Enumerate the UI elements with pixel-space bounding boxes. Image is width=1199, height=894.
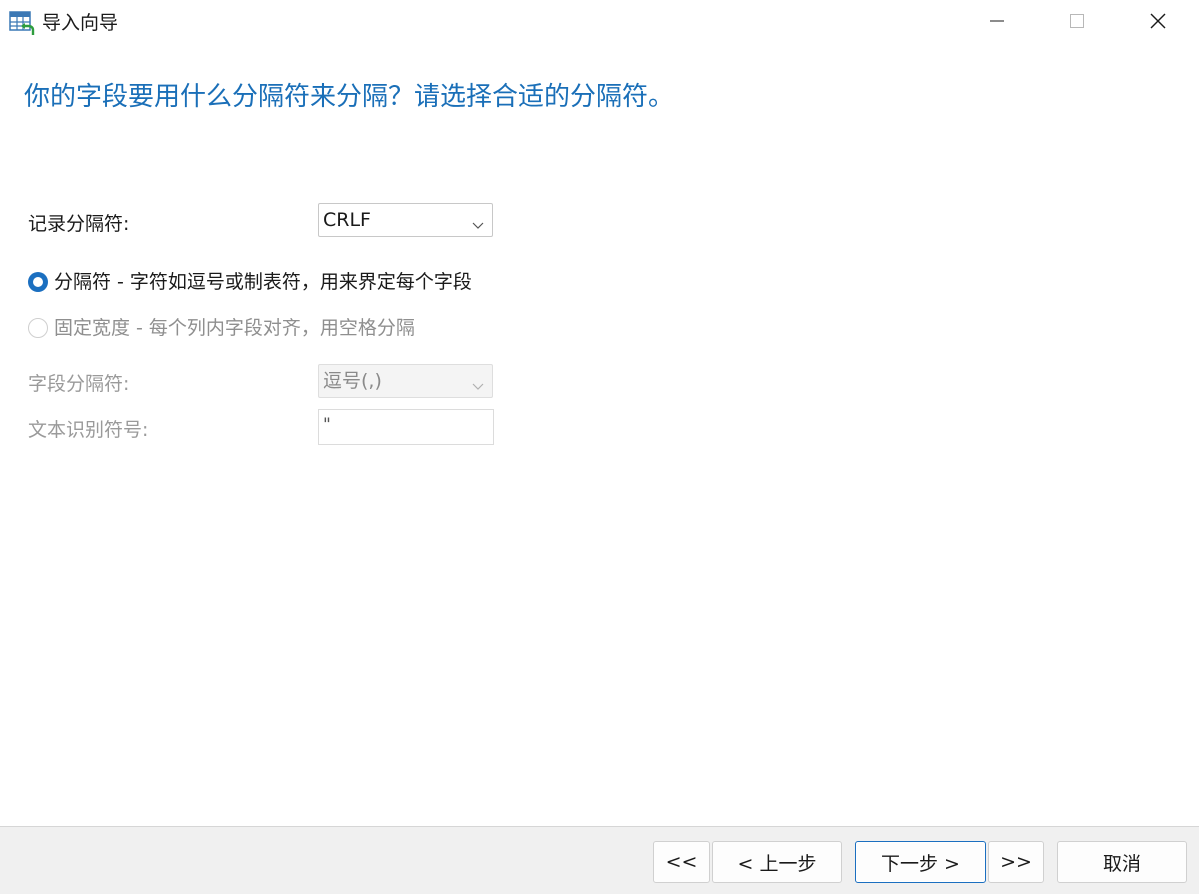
next-step-button[interactable]: 下一步 > (855, 841, 986, 883)
page-heading: 你的字段要用什么分隔符来分隔？请选择合适的分隔符。 (24, 82, 675, 112)
chevron-down-icon (472, 376, 484, 390)
field-delimiter-value: 逗号(,) (323, 370, 382, 392)
maximize-icon (1069, 13, 1085, 33)
last-step-button[interactable]: >> (988, 841, 1044, 883)
radio-delimited-button[interactable] (28, 272, 48, 292)
window-title: 导入向导 (42, 12, 119, 34)
field-delimiter-label: 字段分隔符: (28, 373, 130, 395)
title-bar[interactable]: 导入向导 (0, 0, 1199, 46)
radio-delimited[interactable]: 分隔符 - 字符如逗号或制表符，用来界定每个字段 (28, 269, 472, 295)
text-qualifier-value: " (323, 415, 331, 435)
minimize-icon (989, 13, 1005, 33)
previous-step-button[interactable]: < 上一步 (712, 841, 842, 883)
import-wizard-window: 导入向导 你的字段要用什么分隔符来分隔？请选择合适的分隔符。 记录分隔符: CR… (0, 0, 1199, 894)
radio-fixed-width[interactable]: 固定宽度 - 每个列内字段对齐，用空格分隔 (28, 315, 415, 341)
record-delimiter-label: 记录分隔符: (28, 213, 130, 235)
table-import-icon (9, 11, 35, 37)
chevron-down-icon (472, 215, 484, 229)
field-delimiter-select[interactable]: 逗号(,) (318, 364, 493, 398)
radio-delimited-label: 分隔符 - 字符如逗号或制表符，用来界定每个字段 (54, 271, 472, 293)
radio-fixed-width-label: 固定宽度 - 每个列内字段对齐，用空格分隔 (54, 317, 415, 339)
close-button[interactable] (1135, 0, 1181, 46)
record-delimiter-value: CRLF (323, 209, 371, 231)
wizard-footer: << < 上一步 下一步 > >> 取消 (0, 826, 1199, 894)
radio-fixed-width-button[interactable] (28, 318, 48, 338)
maximize-button[interactable] (1054, 0, 1100, 46)
record-delimiter-select[interactable]: CRLF (318, 203, 493, 237)
text-qualifier-label: 文本识别符号: (28, 419, 149, 441)
minimize-button[interactable] (974, 0, 1020, 46)
close-icon (1149, 12, 1167, 34)
cancel-button[interactable]: 取消 (1057, 841, 1187, 883)
first-step-button[interactable]: << (653, 841, 710, 883)
text-qualifier-field[interactable]: " (318, 409, 494, 445)
